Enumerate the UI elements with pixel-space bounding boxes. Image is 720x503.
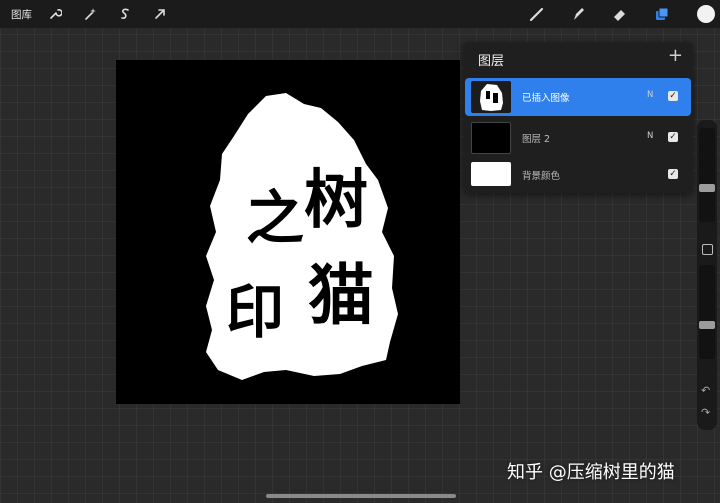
layer-row[interactable]: 图层 2 N ✓ — [465, 119, 691, 157]
layer-name: 图层 2 — [522, 134, 551, 145]
layers-icon[interactable] — [652, 4, 672, 24]
modify-button[interactable] — [702, 244, 713, 255]
brush-icon[interactable] — [527, 4, 547, 24]
seal-char-zhi: 之 — [246, 184, 304, 252]
brush-size-slider[interactable] — [699, 128, 715, 222]
home-indicator[interactable] — [266, 494, 456, 498]
panel-title: 图层 — [478, 54, 505, 69]
blend-mode-button[interactable]: N — [647, 90, 653, 100]
visibility-checkbox[interactable]: ✓ — [668, 169, 678, 179]
layer-name: 背景颜色 — [522, 171, 561, 182]
seal-char-shu: 树 — [304, 163, 368, 238]
add-layer-button[interactable]: + — [668, 46, 683, 66]
eraser-icon[interactable] — [610, 4, 630, 24]
layer-thumbnail — [471, 162, 511, 186]
color-picker-icon[interactable] — [697, 5, 715, 23]
transform-arrow-icon[interactable] — [150, 4, 170, 24]
blend-mode-button[interactable]: N — [647, 131, 653, 141]
gallery-button[interactable]: 图库 — [11, 7, 32, 22]
visibility-checkbox[interactable]: ✓ — [668, 132, 678, 142]
top-toolbar: 图库 — [0, 0, 720, 28]
undo-button[interactable]: ↶ — [701, 384, 710, 397]
layer-row[interactable]: 已插入图像 N ✓ — [465, 78, 691, 116]
smudge-icon[interactable] — [568, 4, 588, 24]
redo-button[interactable]: ↷ — [701, 406, 710, 419]
layers-panel: 图层 + 已插入图像 N ✓ 图层 2 N ✓ 背景颜色 ✓ — [463, 42, 693, 193]
wrench-icon[interactable] — [45, 4, 65, 24]
opacity-slider[interactable] — [699, 265, 715, 359]
magic-wand-icon[interactable] — [80, 4, 100, 24]
visibility-checkbox[interactable]: ✓ — [668, 91, 678, 101]
seal-char-yin: 印 — [226, 278, 284, 346]
selection-icon[interactable] — [115, 4, 135, 24]
watermark-text: 知乎 @压缩树里的猫 — [507, 462, 675, 483]
seal-char-mao: 猫 — [308, 256, 374, 334]
side-toolbar: ↶ ↷ — [697, 120, 717, 430]
layer-name: 已插入图像 — [522, 93, 570, 104]
drawing-canvas[interactable]: 之 树 印 猫 — [116, 60, 460, 404]
layer-row-background[interactable]: 背景颜色 ✓ — [465, 156, 691, 194]
opacity-knob[interactable] — [699, 321, 715, 329]
seal-artwork: 之 树 印 猫 — [206, 93, 398, 380]
layer-thumbnail — [471, 81, 511, 113]
layer-thumbnail — [471, 122, 511, 154]
brush-size-knob[interactable] — [699, 184, 715, 192]
